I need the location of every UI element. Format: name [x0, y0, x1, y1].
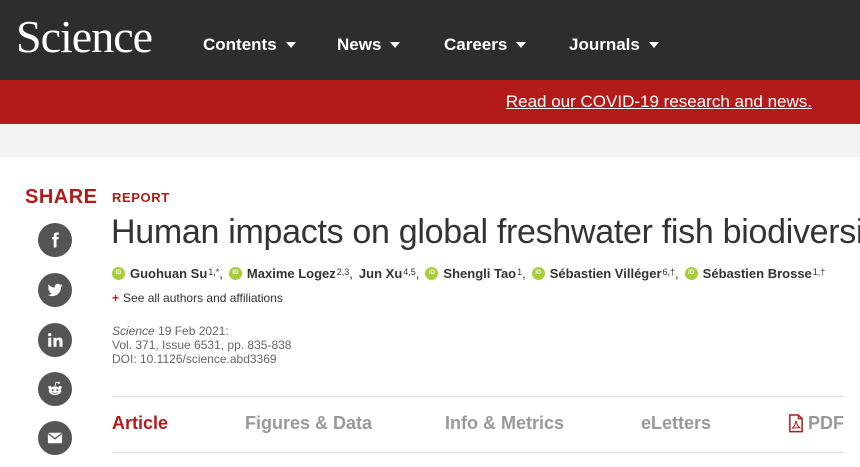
orcid-icon[interactable]: iD: [112, 267, 125, 280]
orcid-icon[interactable]: iD: [684, 267, 698, 280]
citation-journal: Science: [112, 324, 155, 338]
share-twitter-button[interactable]: [38, 273, 72, 307]
tab-figures-data[interactable]: Figures & Data: [245, 413, 372, 434]
citation-block: Science 19 Feb 2021: Vol. 371, Issue 653…: [112, 324, 291, 366]
author-item: iD Sébastien Villéger 6,†: [531, 266, 676, 281]
share-email-button[interactable]: [38, 421, 72, 455]
citation-doi: DOI: 10.1126/science.abd3369: [112, 352, 277, 366]
spacer-band: [0, 124, 860, 157]
covid-banner: Read our COVID-19 research and news.: [0, 80, 860, 124]
share-linkedin-button[interactable]: [38, 323, 72, 357]
chevron-down-icon: [390, 42, 401, 48]
author-name[interactable]: Sébastien Villéger: [550, 266, 662, 281]
chevron-down-icon: [285, 42, 296, 48]
share-facebook-button[interactable]: [38, 223, 72, 257]
author-item: iD Maxime Logez 2,3: [228, 266, 350, 281]
chevron-down-icon: [648, 42, 659, 48]
linkedin-icon: [48, 332, 63, 347]
nav-news[interactable]: News: [337, 34, 401, 56]
covid-research-link[interactable]: Read our COVID-19 research and news.: [506, 92, 812, 112]
author-name[interactable]: Guohuan Su: [130, 266, 207, 281]
author-name[interactable]: Jun Xu: [359, 266, 402, 281]
author-affiliation-sup: 4,5: [403, 266, 416, 277]
citation-date: 19 Feb 2021:: [158, 324, 229, 338]
orcid-icon[interactable]: iD: [228, 267, 242, 280]
author-item: iD Guohuan Su 1,*: [112, 266, 219, 281]
share-reddit-button[interactable]: [38, 372, 72, 406]
tabs-top-divider: [112, 396, 844, 397]
share-label: SHARE: [25, 186, 98, 208]
tab-info-metrics[interactable]: Info & Metrics: [445, 413, 564, 434]
tab-article[interactable]: Article: [112, 413, 168, 434]
facebook-icon: [52, 232, 59, 248]
nav-contents[interactable]: Contents: [203, 34, 296, 56]
author-affiliation-sup: 6,†: [662, 266, 676, 277]
nav-careers-label: Careers: [444, 35, 508, 54]
tabs-bottom-divider: [112, 452, 844, 453]
see-all-label: See all authors and affiliations: [123, 291, 283, 305]
see-all-authors-link[interactable]: + See all authors and affiliations: [112, 291, 283, 305]
author-list: iD Guohuan Su 1,* , iD Maxime Logez 2,3 …: [112, 266, 825, 281]
email-icon: [47, 432, 63, 444]
tab-pdf-label: PDF: [808, 413, 844, 433]
reddit-icon: [48, 381, 62, 395]
author-name[interactable]: Shengli Tao: [443, 266, 516, 281]
chevron-down-icon: [516, 42, 527, 48]
article-type-label: REPORT: [112, 190, 170, 205]
citation-volume: Vol. 371, Issue 6531, pp. 835-838: [112, 338, 292, 352]
article-title: Human impacts on global freshwater fish …: [111, 213, 860, 251]
author-item: iD Sébastien Brosse 1,†: [684, 266, 826, 281]
nav-careers[interactable]: Careers: [444, 34, 527, 56]
nav-journals-label: Journals: [569, 35, 640, 54]
author-name[interactable]: Maxime Logez: [247, 266, 336, 281]
pdf-icon: [789, 414, 803, 433]
top-navigation: Science Contents News Careers Journals: [0, 0, 860, 80]
author-affiliation-sup: 2,3: [336, 266, 350, 277]
author-affiliation-sup: 1: [517, 266, 523, 277]
nav-journals[interactable]: Journals: [569, 34, 659, 56]
author-name[interactable]: Sébastien Brosse: [703, 266, 812, 281]
citation-line-journal: Science 19 Feb 2021:: [112, 324, 291, 338]
nav-news-label: News: [337, 35, 382, 54]
science-logo[interactable]: Science: [16, 10, 153, 64]
twitter-icon: [47, 283, 63, 297]
tab-eletters[interactable]: eLetters: [641, 413, 711, 434]
author-item: Jun Xu 4,5: [359, 266, 416, 281]
author-affiliation-sup: 1,*: [208, 266, 220, 277]
author-affiliation-sup: 1,†: [812, 266, 826, 277]
author-item: iD Shengli Tao 1: [425, 266, 522, 281]
orcid-icon[interactable]: iD: [425, 267, 439, 280]
nav-contents-label: Contents: [203, 35, 277, 54]
tab-pdf[interactable]: PDF: [788, 413, 844, 434]
orcid-icon[interactable]: iD: [531, 267, 545, 280]
plus-icon: +: [112, 291, 120, 305]
